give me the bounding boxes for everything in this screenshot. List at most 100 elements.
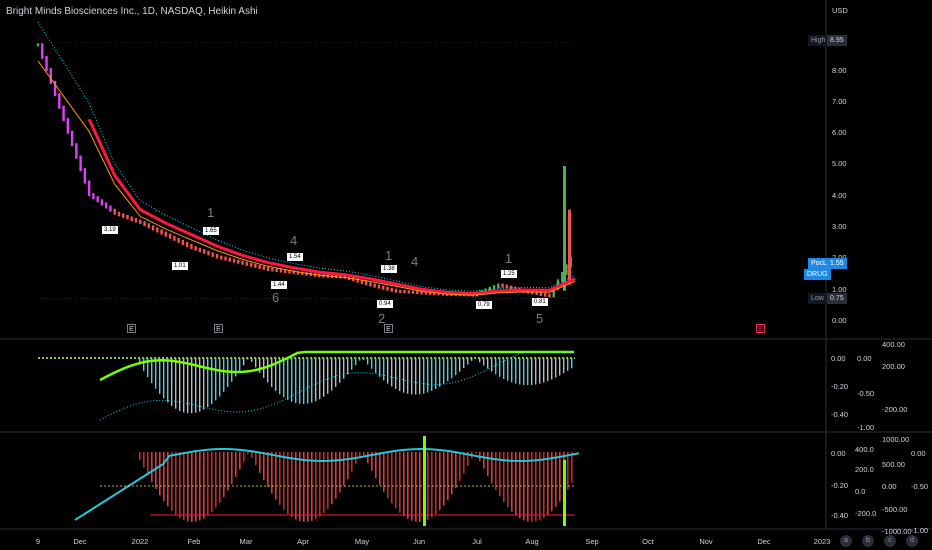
pane2-left-tick: 0.00 [831, 354, 846, 363]
candle [160, 229, 163, 235]
candle [143, 221, 146, 227]
oscillator-bar [311, 358, 313, 403]
currency-label: USD [832, 6, 848, 15]
pane3-far-tick: 0.00 [911, 449, 926, 458]
pressure-bar [287, 452, 289, 514]
pane3-right-tick: 1000.00 [882, 435, 910, 444]
chart-canvas[interactable] [0, 0, 932, 550]
pressure-bar [307, 452, 309, 522]
bottom-icon-a[interactable]: a [840, 535, 852, 547]
pressure-bar [395, 452, 397, 509]
pressure-bar [335, 452, 337, 499]
oscillator-bar [511, 358, 513, 383]
earnings-marker[interactable]: E [384, 324, 393, 333]
pressure-bar [567, 452, 569, 490]
candle [151, 225, 155, 231]
candle [70, 130, 74, 147]
candle [168, 233, 172, 239]
pressure-bar [311, 452, 313, 521]
earnings-marker[interactable]: E [214, 324, 223, 333]
bottom-icon-b[interactable]: b [862, 535, 874, 547]
pressure-bar [367, 452, 369, 464]
pressure-bar [175, 452, 177, 515]
earnings-marker-future[interactable]: E [756, 324, 765, 333]
candle [390, 287, 393, 292]
candle [181, 239, 185, 245]
candle [377, 284, 381, 289]
candle [139, 219, 142, 225]
oscillator-bar [239, 358, 241, 371]
pressure-bar [571, 452, 573, 483]
pressure-bar [147, 452, 149, 475]
candle [548, 293, 551, 298]
candle [403, 290, 406, 294]
wave-count: 1 [207, 205, 215, 220]
oscillator-bar [383, 358, 385, 381]
pressure-bar [375, 452, 377, 479]
oscillator-bar [387, 358, 389, 384]
pressure-bar [235, 452, 237, 477]
oscillator-bar [291, 358, 293, 402]
candle [416, 290, 419, 295]
pane3-mid-tick: -200.0 [855, 509, 877, 518]
pressure-bar [227, 452, 229, 491]
oscillator-bar [335, 358, 337, 387]
candle [75, 143, 78, 159]
time-tick: Dec [73, 537, 87, 546]
bottom-icon-c[interactable]: c [884, 535, 896, 547]
pressure-bar [251, 452, 253, 458]
oscillator-bar [155, 358, 157, 389]
volume-spike [423, 436, 426, 526]
pane3-right-tick: 0.00 [882, 482, 897, 491]
volume-spike [563, 460, 566, 526]
oscillator-bar [343, 358, 345, 379]
oscillator-bar [519, 358, 521, 385]
price-tag: 1.44 [271, 281, 287, 289]
candle [224, 256, 227, 261]
price-tag: 0.94 [377, 300, 393, 308]
price-tag: 1.38 [381, 265, 397, 273]
candle [568, 209, 571, 285]
oscillator-bar [191, 358, 193, 414]
oscillator-bar [559, 358, 561, 376]
pressure-bar [191, 452, 193, 522]
pressure-bar [415, 452, 417, 522]
oscillator-bar [487, 358, 489, 369]
candle [207, 250, 210, 256]
pressure-bar [419, 452, 421, 522]
pressure-bar [363, 452, 365, 456]
oscillator-bar [339, 358, 341, 383]
bottom-icon-d[interactable]: d [906, 535, 918, 547]
oscillator-bar [419, 358, 421, 395]
oscillator-bar [327, 358, 329, 394]
pressure-bar [299, 452, 301, 522]
candle [58, 93, 61, 109]
pane3-left-tick: -0.20 [831, 481, 849, 490]
candle [563, 166, 566, 291]
pane3-mid-tick: 200.0 [855, 465, 874, 474]
candle [177, 237, 180, 243]
pressure-bar [543, 452, 545, 519]
pressure-bar [547, 452, 549, 516]
pressure-bar [187, 452, 189, 522]
wave-count: 2 [378, 311, 386, 326]
time-tick: Aug [525, 537, 539, 546]
candle [173, 235, 176, 241]
chart-title: Bright Minds Biosciences Inc., 1D, NASDA… [6, 6, 258, 17]
candle [203, 249, 206, 254]
candle [373, 283, 376, 288]
candle [399, 289, 402, 294]
oscillator-bar [303, 358, 305, 404]
pressure-bar [347, 452, 349, 479]
oscillator-bar [443, 358, 445, 385]
earnings-marker[interactable]: E [127, 324, 136, 333]
oscillator-bar [571, 358, 573, 369]
candle [198, 247, 202, 253]
candle [164, 231, 168, 237]
oscillator-bar [431, 358, 433, 391]
candle [104, 202, 108, 209]
oscillator-bar [207, 358, 209, 408]
candle [369, 282, 372, 287]
oscillator-bar [267, 358, 269, 383]
oscillator-bar [423, 358, 425, 394]
